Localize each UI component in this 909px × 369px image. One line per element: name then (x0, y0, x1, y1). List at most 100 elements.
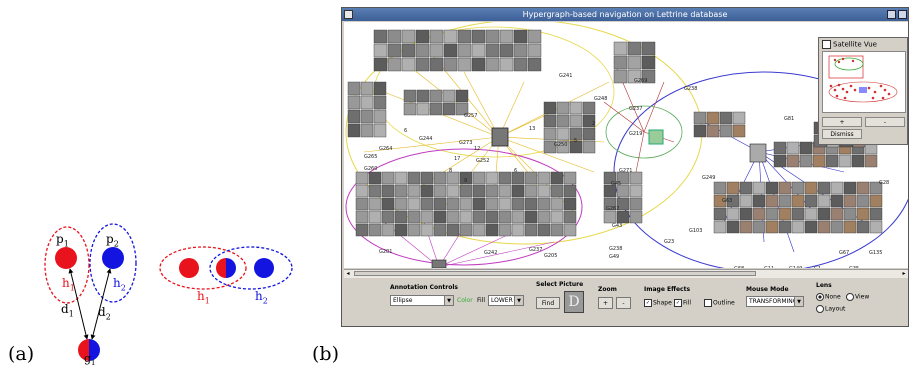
lettrine-thumbnail[interactable] (825, 154, 839, 168)
lettrine-thumbnail[interactable] (830, 207, 844, 221)
lettrine-thumbnail[interactable] (373, 109, 387, 124)
lettrine-thumbnail[interactable] (415, 43, 430, 58)
lettrine-thumbnail[interactable] (485, 57, 500, 72)
lens-none-radio[interactable]: None (816, 293, 841, 301)
satellite-zoom-in-button[interactable]: + (822, 117, 862, 127)
lettrine-thumbnail[interactable] (838, 154, 852, 168)
lettrine-thumbnail[interactable] (433, 184, 447, 198)
lettrine-thumbnail[interactable] (446, 223, 460, 237)
lettrine-thumbnail[interactable] (719, 111, 733, 125)
lettrine-thumbnail[interactable] (401, 43, 416, 58)
lettrine-thumbnail[interactable] (726, 207, 740, 221)
lettrine-thumbnail[interactable] (403, 89, 417, 103)
lettrine-thumbnail[interactable] (524, 197, 538, 211)
lettrine-thumbnail[interactable] (550, 197, 564, 211)
lettrine-thumbnail[interactable] (368, 210, 382, 224)
lettrine-thumbnail[interactable] (713, 207, 727, 221)
lettrine-thumbnail[interactable] (726, 181, 740, 195)
lettrine-thumbnail[interactable] (433, 210, 447, 224)
lettrine-thumbnail[interactable] (856, 220, 870, 234)
lettrine-thumbnail[interactable] (446, 210, 460, 224)
lettrine-thumbnail[interactable] (765, 181, 779, 195)
lettrine-thumbnail[interactable] (778, 207, 792, 221)
lettrine-thumbnail[interactable] (499, 57, 514, 72)
lettrine-thumbnail[interactable] (485, 29, 500, 44)
lettrine-thumbnail[interactable] (752, 207, 766, 221)
lettrine-thumbnail[interactable] (869, 207, 883, 221)
lettrine-thumbnail[interactable] (394, 223, 408, 237)
lettrine-thumbnail[interactable] (752, 220, 766, 234)
lettrine-thumbnail[interactable] (401, 29, 416, 44)
lettrine-thumbnail[interactable] (446, 184, 460, 198)
lettrine-thumbnail[interactable] (498, 184, 512, 198)
lettrine-thumbnail[interactable] (843, 207, 857, 221)
lettrine-thumbnail[interactable] (791, 220, 805, 234)
shape-select[interactable]: Ellipse ▼ (390, 295, 454, 306)
lettrine-thumbnail[interactable] (543, 114, 557, 128)
scrollbar-thumb[interactable] (354, 271, 756, 276)
lettrine-thumbnail[interactable] (629, 210, 643, 224)
lettrine-thumbnail[interactable] (420, 223, 434, 237)
lettrine-thumbnail[interactable] (804, 220, 818, 234)
lettrine-thumbnail[interactable] (773, 154, 787, 168)
lettrine-thumbnail[interactable] (373, 57, 388, 72)
hypergraph-canvas[interactable]: G241 G269 G238 G248 G237 G219 G257 G273 G244 G264… (344, 22, 908, 268)
lettrine-thumbnail[interactable] (429, 29, 444, 44)
lettrine-thumbnail[interactable] (524, 184, 538, 198)
lettrine-thumbnail[interactable] (459, 210, 473, 224)
lettrine-thumbnail[interactable] (355, 210, 369, 224)
lettrine-thumbnail[interactable] (498, 210, 512, 224)
lettrine-thumbnail[interactable] (864, 154, 878, 168)
lettrine-thumbnail[interactable] (373, 81, 387, 96)
lettrine-thumbnail[interactable] (394, 210, 408, 224)
lettrine-thumbnail[interactable] (739, 194, 753, 208)
lettrine-thumbnail[interactable] (471, 29, 486, 44)
lettrine-thumbnail[interactable] (830, 220, 844, 234)
central-node-yellow[interactable] (491, 127, 509, 147)
lettrine-thumbnail[interactable] (856, 207, 870, 221)
lettrine-thumbnail[interactable] (407, 197, 421, 211)
lettrine-thumbnail[interactable] (381, 210, 395, 224)
lettrine-thumbnail[interactable] (830, 194, 844, 208)
lens-view-radio[interactable]: View (846, 293, 869, 301)
lettrine-thumbnail[interactable] (513, 43, 528, 58)
lettrine-thumbnail[interactable] (360, 81, 374, 96)
satellite-checkbox-box[interactable] (822, 40, 831, 49)
lettrine-thumbnail[interactable] (830, 181, 844, 195)
lettrine-thumbnail[interactable] (856, 181, 870, 195)
lettrine-thumbnail[interactable] (499, 43, 514, 58)
lettrine-thumbnail[interactable] (629, 184, 643, 198)
lettrine-thumbnail[interactable] (778, 220, 792, 234)
lettrine-thumbnail[interactable] (368, 184, 382, 198)
lettrine-thumbnail[interactable] (603, 210, 617, 224)
lettrine-thumbnail[interactable] (713, 181, 727, 195)
lettrine-thumbnail[interactable] (786, 141, 800, 155)
zoom-out-button[interactable]: - (616, 297, 631, 309)
lettrine-thumbnail[interactable] (429, 43, 444, 58)
lettrine-thumbnail[interactable] (416, 89, 430, 103)
find-button[interactable]: Find (536, 297, 560, 309)
lettrine-thumbnail[interactable] (459, 184, 473, 198)
lettrine-thumbnail[interactable] (851, 154, 865, 168)
lettrine-thumbnail[interactable] (752, 181, 766, 195)
lettrine-thumbnail[interactable] (804, 181, 818, 195)
lettrine-thumbnail[interactable] (537, 197, 551, 211)
lettrine-thumbnail[interactable] (407, 171, 421, 185)
lens-layout-radio-dot[interactable] (816, 305, 824, 313)
lettrine-thumbnail[interactable] (641, 41, 656, 56)
lettrine-thumbnail[interactable] (472, 197, 486, 211)
lettrine-thumbnail[interactable] (563, 197, 577, 211)
lettrine-thumbnail[interactable] (387, 43, 402, 58)
lettrine-thumbnail[interactable] (812, 154, 826, 168)
lettrine-thumbnail[interactable] (613, 41, 628, 56)
lettrine-thumbnail[interactable] (627, 41, 642, 56)
lettrine-thumbnail[interactable] (817, 207, 831, 221)
satellite-zoom-out-button[interactable]: - (865, 117, 905, 127)
lettrine-thumbnail[interactable] (732, 111, 746, 125)
lettrine-thumbnail[interactable] (368, 223, 382, 237)
satellite-minimap[interactable] (822, 51, 906, 113)
lettrine-thumbnail[interactable] (765, 220, 779, 234)
lettrine-thumbnail[interactable] (381, 197, 395, 211)
lettrine-thumbnail[interactable] (616, 210, 630, 224)
lettrine-thumbnail[interactable] (373, 43, 388, 58)
